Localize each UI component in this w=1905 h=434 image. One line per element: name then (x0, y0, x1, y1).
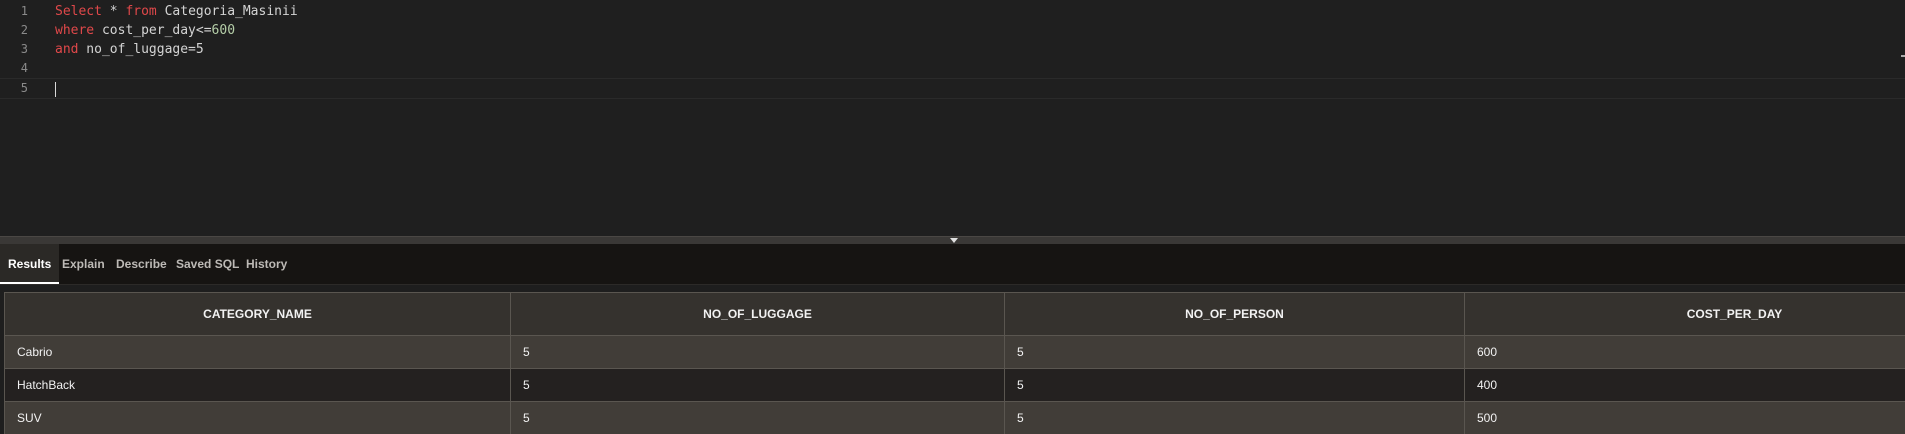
results-table: CATEGORY_NAME NO_OF_LUGGAGE NO_OF_PERSON CO… (4, 292, 1905, 434)
tab-describe[interactable]: Describe (108, 244, 175, 284)
editor-line[interactable]: 4 (0, 59, 1905, 78)
table-row[interactable]: HatchBack 5 5 400 (4, 368, 1905, 402)
output-tab-bar: Results Explain Describe Saved SQL History (0, 244, 1905, 285)
editor-line[interactable]: 1 Select * from Categoria_Masinii (0, 2, 1905, 21)
editor-line[interactable]: 2 where cost_per_day<=600 (0, 21, 1905, 40)
editor-line[interactable]: 3 and no_of_luggage=5 (0, 40, 1905, 59)
code-text: where cost_per_day<=600 (55, 21, 235, 40)
table-cell: 5 (510, 335, 1005, 369)
line-number: 1 (20, 4, 28, 18)
tab-history[interactable]: History (238, 244, 295, 284)
column-header[interactable]: NO_OF_LUGGAGE (510, 292, 1005, 336)
sql-keyword: and (55, 42, 79, 57)
table-cell: HatchBack (4, 368, 511, 402)
line-number: 5 (20, 81, 28, 95)
line-number: 4 (20, 61, 28, 75)
line-number: 2 (20, 23, 28, 37)
pane-splitter[interactable] (0, 236, 1905, 244)
text-cursor (55, 82, 56, 97)
tab-results[interactable]: Results (0, 244, 60, 284)
table-cell: 5 (1004, 401, 1465, 434)
collapse-arrow-icon[interactable] (950, 238, 958, 243)
table-row[interactable]: Cabrio 5 5 600 (4, 335, 1905, 369)
code-text: Select * from Categoria_Masinii (55, 2, 298, 21)
results-grid: CATEGORY_NAME NO_OF_LUGGAGE NO_OF_PERSON CO… (4, 292, 1905, 434)
sql-text: Categoria_Masinii (156, 4, 298, 19)
tab-saved-sql[interactable]: Saved SQL (168, 244, 247, 284)
table-cell: 5 (510, 401, 1005, 434)
table-cell: 400 (1464, 368, 1905, 402)
table-row[interactable]: SUV 5 5 500 (4, 401, 1905, 434)
column-header[interactable]: COST_PER_DAY (1464, 292, 1905, 336)
sql-text: * (101, 4, 126, 19)
sql-keyword: Select (55, 4, 102, 19)
sql-keyword: where (55, 23, 95, 38)
table-cell: Cabrio (4, 335, 511, 369)
table-cell: 5 (510, 368, 1005, 402)
table-header-row: CATEGORY_NAME NO_OF_LUGGAGE NO_OF_PERSON CO… (4, 292, 1905, 336)
column-header[interactable]: CATEGORY_NAME (4, 292, 511, 336)
table-cell: 5 (1004, 335, 1465, 369)
table-cell: 600 (1464, 335, 1905, 369)
editor-line[interactable]: 5 (0, 78, 1905, 99)
table-cell: SUV (4, 401, 511, 434)
sql-keyword: from (125, 4, 157, 19)
line-number: 3 (20, 42, 28, 56)
sql-text: no_of_luggage=5 (78, 42, 204, 57)
table-cell: 500 (1464, 401, 1905, 434)
code-text: and no_of_luggage=5 (55, 40, 204, 59)
table-cell: 5 (1004, 368, 1465, 402)
sql-text: cost_per_day<= (94, 23, 212, 38)
column-header[interactable]: NO_OF_PERSON (1004, 292, 1465, 336)
tab-explain[interactable]: Explain (54, 244, 113, 284)
sql-number: 600 (211, 23, 236, 38)
sql-editor[interactable]: 1 Select * from Categoria_Masinii 2 where c… (0, 0, 1905, 236)
